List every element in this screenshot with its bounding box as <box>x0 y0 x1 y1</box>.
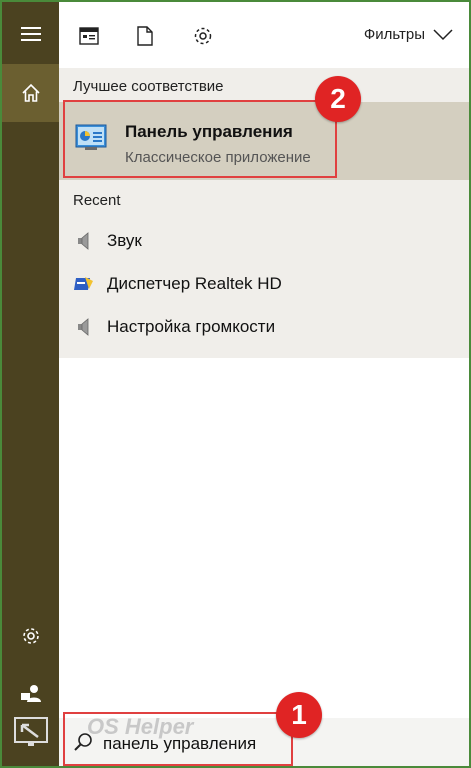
document-icon <box>137 26 153 46</box>
apps-filter-button[interactable] <box>77 24 101 48</box>
filters-label: Фильтры <box>363 26 425 43</box>
realtek-icon <box>73 273 95 295</box>
gear-icon <box>194 27 212 45</box>
hamburger-menu-button[interactable] <box>2 5 59 63</box>
gear-icon <box>22 628 39 644</box>
filters-dropdown[interactable]: Фильтры <box>364 26 453 43</box>
recent-heading: Recent <box>73 192 121 209</box>
home-icon <box>21 83 40 102</box>
top-toolbar: Фильтры <box>59 2 469 68</box>
annotation-badge-step1: 1 <box>276 692 322 738</box>
start-button[interactable] <box>2 712 59 752</box>
window-icon <box>13 717 48 746</box>
recent-item-label: Настройка громкости <box>107 317 276 336</box>
recent-item-label: Звук <box>107 231 142 250</box>
settings-button[interactable] <box>2 606 59 666</box>
chevron-down-icon <box>433 28 453 40</box>
annotation-box-search <box>63 712 293 766</box>
start-rail <box>2 2 59 766</box>
recent-item-sound[interactable]: Звук <box>59 220 469 262</box>
home-button[interactable] <box>2 64 59 122</box>
hamburger-icon <box>20 27 41 41</box>
apps-icon <box>79 27 99 45</box>
user-icon <box>20 685 41 702</box>
annotation-badge-step2: 2 <box>315 76 361 122</box>
recent-item-label: Диспетчер Realtek HD <box>107 274 282 293</box>
speaker-icon <box>73 316 95 338</box>
documents-filter-button[interactable] <box>133 24 157 48</box>
annotation-box-best-match <box>63 100 337 178</box>
settings-filter-button[interactable] <box>191 24 215 48</box>
recent-item-volume[interactable]: Настройка громкости <box>59 306 469 348</box>
speaker-icon <box>73 230 95 252</box>
best-match-heading: Лучшее соответствие <box>73 78 224 95</box>
recent-item-realtek[interactable]: Диспетчер Realtek HD <box>59 263 469 305</box>
